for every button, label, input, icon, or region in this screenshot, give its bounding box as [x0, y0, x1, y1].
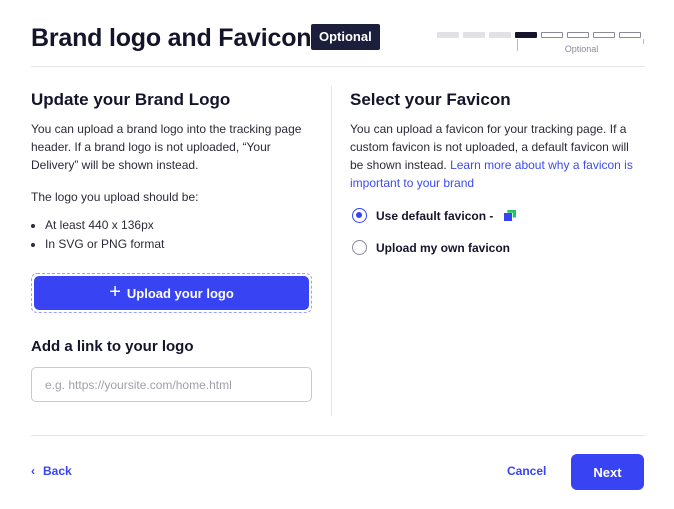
- progress-step-7: [593, 32, 615, 38]
- plus-icon: +: [109, 281, 121, 303]
- progress-step-8: [619, 32, 641, 38]
- upload-logo-button[interactable]: + Upload your logo: [34, 276, 309, 310]
- optional-badge: Optional: [311, 24, 380, 50]
- logo-section-heading: Update your Brand Logo: [31, 90, 231, 109]
- option-upload-favicon[interactable]: Upload my own favicon: [352, 240, 510, 255]
- chevron-left-icon: ‹: [31, 464, 35, 478]
- logo-requirements-intro: The logo you upload should be:: [31, 190, 199, 204]
- cancel-button[interactable]: Cancel: [507, 464, 546, 478]
- upload-logo-label: Upload your logo: [126, 285, 234, 301]
- optional-steps-label: Optional: [560, 44, 603, 54]
- next-button[interactable]: Next: [571, 454, 644, 490]
- logo-description: You can upload a brand logo into the tra…: [31, 122, 302, 172]
- footer-divider: [31, 435, 645, 436]
- favicon-description: You can upload a favicon for your tracki…: [350, 120, 640, 192]
- upload-favicon-label: Upload my own favicon: [376, 240, 511, 255]
- page-title: Brand logo and Favicon: [31, 24, 312, 52]
- default-favicon-radio[interactable]: [352, 208, 367, 223]
- next-label: Next: [593, 464, 622, 480]
- back-button[interactable]: ‹ Back: [31, 464, 72, 478]
- progress-step-5: [541, 32, 563, 38]
- favicon-section-heading: Select your Favicon: [350, 90, 511, 109]
- logo-section: Update your Brand Logo You can upload a …: [31, 90, 316, 254]
- back-label: Back: [43, 464, 72, 478]
- logo-link-heading: Add a link to your logo: [31, 338, 194, 355]
- default-favicon-icon: [504, 209, 517, 222]
- default-favicon-label: Use default favicon -: [376, 208, 494, 223]
- progress-step-3: [489, 32, 511, 38]
- logo-requirements-list: At least 440 x 136px In SVG or PNG forma…: [31, 216, 316, 253]
- column-divider: [331, 86, 332, 416]
- favicon-section: Select your Favicon You can upload a fav…: [350, 90, 640, 192]
- progress-step-4: [515, 32, 537, 38]
- progress-step-1: [437, 32, 459, 38]
- logo-link-input[interactable]: [31, 367, 312, 402]
- logo-dropzone[interactable]: + Upload your logo: [31, 273, 312, 313]
- header-divider: [31, 66, 645, 67]
- logo-requirement-size: At least 440 x 136px: [45, 216, 316, 234]
- option-default-favicon[interactable]: Use default favicon -: [352, 208, 517, 223]
- logo-requirement-format: In SVG or PNG format: [45, 235, 316, 253]
- optional-steps-bracket: Optional: [517, 39, 645, 54]
- progress-step-2: [463, 32, 485, 38]
- upload-favicon-radio[interactable]: [352, 240, 367, 255]
- progress-step-6: [567, 32, 589, 38]
